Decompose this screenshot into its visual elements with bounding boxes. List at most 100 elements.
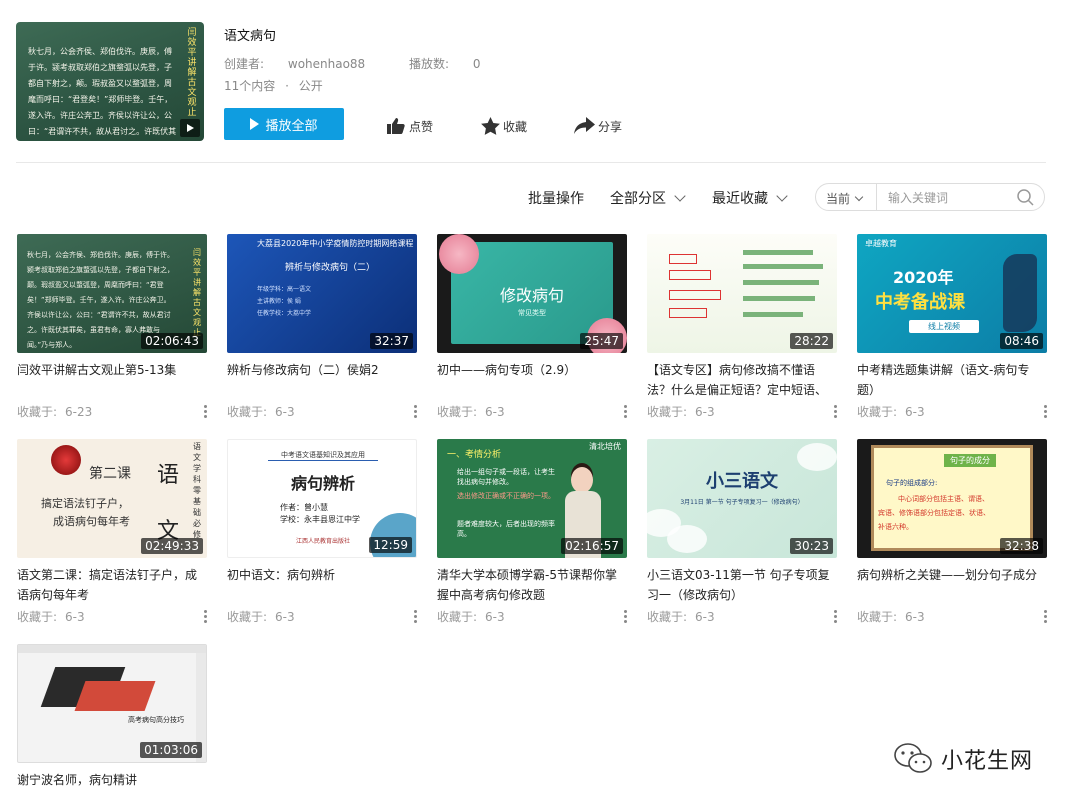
thumbnail-line: 选出修改正确或不正确的一项。	[457, 492, 555, 500]
creator-label: 创建者:	[224, 57, 265, 71]
video-title[interactable]: 语文第二课：搞定语法钉子户，成语病句每年考	[17, 565, 207, 605]
playlist-play-icon	[180, 119, 200, 137]
favorited-date: 6-3	[65, 610, 85, 624]
video-title[interactable]: 清华大学本硕博学霸-5节课帮你掌握中高考病句修改题	[437, 565, 627, 605]
more-options-icon[interactable]	[1044, 405, 1047, 420]
favorite-button[interactable]: 收藏	[481, 117, 527, 135]
thumbnail-vertical-text: 语文学科零基础必修	[193, 442, 201, 539]
more-options-icon[interactable]	[414, 610, 417, 625]
favorited-label: 收藏于:	[17, 610, 58, 624]
video-title[interactable]: 闫效平讲解古文观止第5-13集	[17, 360, 207, 400]
thumbnail-line: 中心词部分包括主语、谓语、	[898, 495, 989, 503]
video-card[interactable]: 小三语文 3月11日 第一节 句子专项复习一（修改病句） 30:23 小三语文0…	[647, 439, 837, 626]
video-thumbnail[interactable]: 小三语文 3月11日 第一节 句子专项复习一（修改病句） 30:23	[647, 439, 837, 558]
favorited-date: 6-3	[905, 405, 925, 419]
video-duration: 28:22	[790, 333, 833, 349]
thumbnail-line: 宾语、修饰语部分包括定语、状语、	[878, 509, 990, 517]
thumbnail-publisher: 江西人民教育出版社	[296, 538, 351, 545]
play-all-button[interactable]: 播放全部	[224, 108, 344, 140]
video-card[interactable]: 高考病句高分技巧 01:03:06 谢宁波名师，病句精讲	[17, 644, 207, 810]
video-thumbnail[interactable]: 第二课 语 文 搞定语法钉子户， 成语病句每年考 语文学科零基础必修 02:49…	[17, 439, 207, 558]
video-title[interactable]: 初中语文：病句辨析	[227, 565, 417, 605]
cover-text: 秋七月，公会齐侯、郑伯伐许。庚辰，傅于许。颍考叔取郑伯之旗蝥弧以先登，子都自下射…	[28, 47, 177, 136]
more-options-icon[interactable]	[1044, 610, 1047, 625]
video-thumbnail[interactable]: 修改病句 常见类型 25:47	[437, 234, 627, 353]
video-duration: 01:03:06	[140, 742, 202, 758]
thumbnail-title: 小三语文	[706, 471, 778, 492]
thumbnail-line: 补语六种。	[878, 523, 913, 531]
video-thumbnail[interactable]: 28:22	[647, 234, 837, 353]
video-footer: 收藏于: 6-3	[857, 403, 1047, 421]
video-duration: 30:23	[790, 538, 833, 554]
video-title[interactable]: 辨析与修改病句（二）侯娟2	[227, 360, 417, 400]
like-button[interactable]: 点赞	[386, 117, 433, 135]
video-duration: 02:16:57	[561, 538, 623, 554]
search-input[interactable]	[886, 188, 1010, 208]
sort-dropdown[interactable]: 最近收藏	[712, 188, 788, 208]
video-card[interactable]: 卓越教育 2020年 中考备战课 线上视频 08:46 中考精选题集讲解（语文-…	[857, 234, 1047, 421]
cover-vertical-title: 闫效平讲解古文观止	[187, 28, 197, 118]
more-options-icon[interactable]	[204, 405, 207, 420]
video-title[interactable]: 初中——病句专项（2.9）	[437, 360, 627, 400]
video-footer: 收藏于: 6-3	[437, 608, 627, 626]
batch-operation-button[interactable]: 批量操作	[528, 188, 584, 208]
video-thumbnail[interactable]: 大荔县2020年中小学疫情防控时期网络课程 辨析与修改病句（二） 年级学科：高一…	[227, 234, 417, 353]
item-count: 11个内容	[224, 79, 276, 93]
video-thumbnail[interactable]: 句子的成分 句子的组成部分: 中心词部分包括主语、谓语、 宾语、修饰语部分包括定…	[857, 439, 1047, 558]
more-options-icon[interactable]	[624, 405, 627, 420]
favorited-date: 6-3	[485, 610, 505, 624]
video-card[interactable]: 秋七月，公会齐侯、郑伯伐许。庚辰，傅于许。颍考叔取郑伯之旗蝥弧以先登，子都自下射…	[17, 234, 207, 421]
video-card[interactable]: 第二课 语 文 搞定语法钉子户， 成语病句每年考 语文学科零基础必修 02:49…	[17, 439, 207, 626]
favorited-date: 6-23	[65, 405, 93, 419]
video-title[interactable]: 中考精选题集讲解（语文-病句专题）	[857, 360, 1047, 400]
search-icon[interactable]	[1017, 189, 1034, 206]
favorited-label: 收藏于:	[857, 405, 898, 419]
plays-label: 播放数:	[409, 57, 450, 71]
video-thumbnail[interactable]: 高考病句高分技巧 01:03:06	[17, 644, 207, 763]
video-title[interactable]: 【语文专区】病句修改搞不懂语法？什么是偏正短语？定中短语、	[647, 360, 837, 400]
share-button[interactable]: 分享	[574, 117, 622, 135]
favorited-date: 6-3	[695, 405, 715, 419]
playlist-cover[interactable]: 秋七月，公会齐侯、郑伯伐许。庚辰，傅于许。颍考叔取郑伯之旗蝥弧以先登，子都自下射…	[16, 22, 204, 141]
section-dropdown[interactable]: 全部分区	[610, 188, 686, 208]
video-title[interactable]: 谢宁波名师，病句精讲	[17, 770, 207, 810]
favorited-label: 收藏于:	[437, 405, 478, 419]
video-thumbnail[interactable]: 中考语文语基知识及其应用 病句辨析 作者：曾小慧 学校：永丰县恩江中学 江西人民…	[227, 439, 417, 558]
favorite-label: 收藏	[503, 119, 528, 134]
video-card[interactable]: 中考语文语基知识及其应用 病句辨析 作者：曾小慧 学校：永丰县恩江中学 江西人民…	[227, 439, 417, 626]
favorited-date: 6-3	[695, 610, 715, 624]
more-options-icon[interactable]	[834, 405, 837, 420]
more-options-icon[interactable]	[204, 610, 207, 625]
more-options-icon[interactable]	[624, 610, 627, 625]
favorited-date: 6-3	[275, 405, 295, 419]
favorited-label: 收藏于:	[647, 405, 688, 419]
favorited-label: 收藏于:	[437, 610, 478, 624]
video-thumbnail[interactable]: 卓越教育 2020年 中考备战课 线上视频 08:46	[857, 234, 1047, 353]
thumbnail-title: 高考病句高分技巧	[128, 716, 184, 724]
video-title[interactable]: 病句辨析之关键——划分句子成分	[857, 565, 1047, 605]
video-card[interactable]: 一、考情分析 清北培优 给出一组句子或一段话，让考生找出病句并修改。 选出修改正…	[437, 439, 627, 626]
chevron-down-icon	[674, 190, 686, 202]
thumbnail-char: 语	[157, 463, 180, 488]
more-options-icon[interactable]	[414, 405, 417, 420]
more-options-icon[interactable]	[834, 610, 837, 625]
rose-decoration	[51, 445, 81, 475]
thumbnail-logo: 卓越教育	[865, 239, 897, 248]
video-thumbnail[interactable]: 一、考情分析 清北培优 给出一组句子或一段话，让考生找出病句并修改。 选出修改正…	[437, 439, 627, 558]
creator-name[interactable]: wohenhao88	[288, 57, 365, 71]
mindmap-node	[669, 290, 721, 300]
sort-label: 最近收藏	[712, 191, 768, 207]
thumbnail-heading: 大荔县2020年中小学疫情防控时期网络课程	[257, 239, 414, 248]
video-card[interactable]: 大荔县2020年中小学疫情防控时期网络课程 辨析与修改病句（二） 年级学科：高一…	[227, 234, 417, 421]
search-scope-dropdown[interactable]: 当前	[826, 190, 864, 207]
video-card[interactable]: 句子的成分 句子的组成部分: 中心词部分包括主语、谓语、 宾语、修饰语部分包括定…	[857, 439, 1047, 626]
video-footer: 收藏于: 6-3	[437, 403, 627, 421]
thumbnail-vertical-title: 闫效平讲解古文观止	[193, 248, 201, 337]
video-card[interactable]: 修改病句 常见类型 25:47 初中——病句专项（2.9） 收藏于: 6-3	[437, 234, 627, 421]
video-title[interactable]: 小三语文03-11第一节 句子专项复习一（修改病句）	[647, 565, 837, 605]
mindmap-branch	[743, 280, 819, 285]
video-thumbnail[interactable]: 秋七月，公会齐侯、郑伯伐许。庚辰，傅于许。颍考叔取郑伯之旗蝥弧以先登，子都自下射…	[17, 234, 207, 353]
video-duration: 12:59	[369, 537, 412, 553]
favorited-date: 6-3	[485, 405, 505, 419]
video-card[interactable]: 28:22 【语文专区】病句修改搞不懂语法？什么是偏正短语？定中短语、 收藏于:…	[647, 234, 837, 421]
